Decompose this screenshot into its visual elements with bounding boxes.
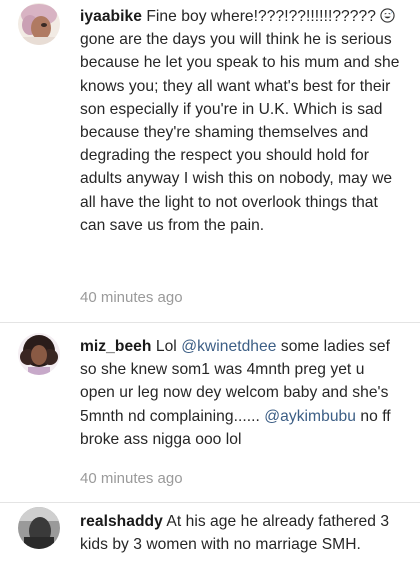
username-link[interactable]: iyaabike bbox=[80, 8, 142, 25]
comment-timestamp: 40 minutes ago bbox=[80, 470, 183, 487]
username-link[interactable]: realshaddy bbox=[80, 513, 163, 530]
avatar-photo-icon bbox=[18, 507, 60, 549]
comment-body: realshaddy At his age he already fathere… bbox=[80, 510, 400, 556]
comment-text-continued: gone are the days you will think he is s… bbox=[80, 31, 400, 234]
comment-divider bbox=[0, 502, 420, 503]
avatar-photo-icon bbox=[18, 333, 60, 375]
comment-timestamp: 40 minutes ago bbox=[80, 289, 183, 306]
avatar-photo-icon bbox=[18, 3, 60, 45]
user-avatar[interactable] bbox=[18, 333, 60, 375]
grinning-sweat-face-icon bbox=[380, 8, 395, 23]
comment-body: iyaabike Fine boy where!???!??!!!!!!????… bbox=[80, 5, 400, 237]
comment-divider bbox=[0, 322, 420, 323]
comment-text: Fine boy where!???!??!!!!!!????? bbox=[146, 8, 381, 25]
username-link[interactable]: miz_beeh bbox=[80, 338, 151, 355]
mention-link[interactable]: @aykimbubu bbox=[264, 408, 356, 425]
user-avatar[interactable] bbox=[18, 507, 60, 549]
comment-body: miz_beeh Lol @kwinetdhee some ladies sef… bbox=[80, 335, 400, 451]
comment-text: Lol bbox=[155, 338, 182, 355]
mention-link[interactable]: @kwinetdhee bbox=[181, 338, 276, 355]
user-avatar[interactable] bbox=[18, 3, 60, 45]
